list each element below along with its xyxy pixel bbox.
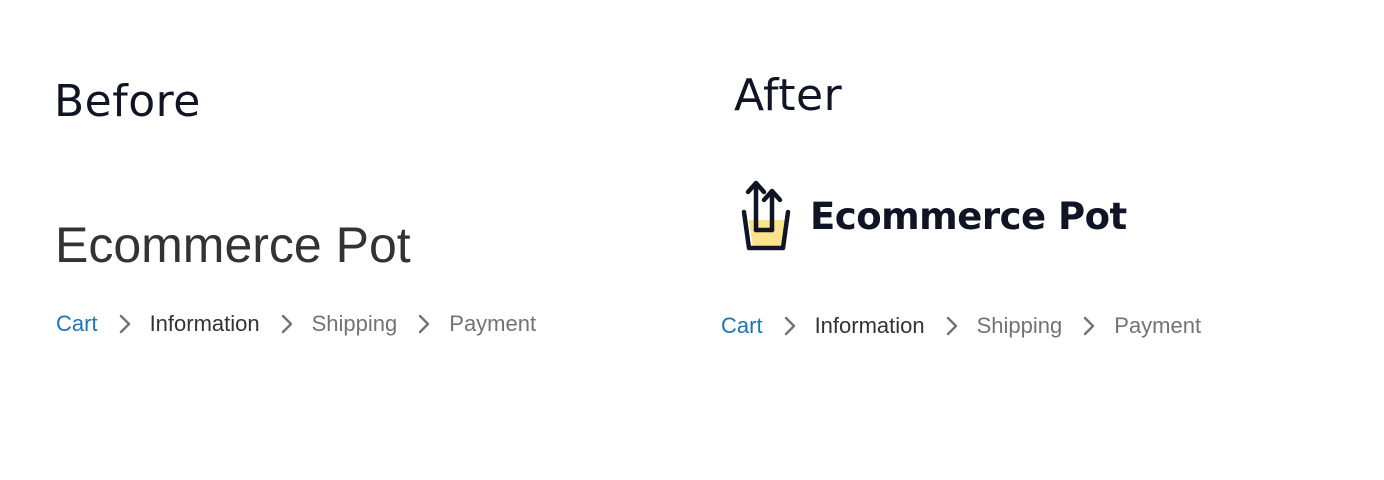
breadcrumb-information-label: Information (814, 313, 925, 338)
before-panel: Before Ecommerce Pot Cart Information Sh… (0, 0, 692, 480)
chevron-right-icon (419, 314, 430, 334)
breadcrumb-item-information: Information (98, 313, 260, 335)
breadcrumb-item-cart[interactable]: Cart (56, 313, 98, 335)
after-heading: After (734, 70, 843, 121)
breadcrumb-item-shipping: Shipping (260, 311, 398, 336)
before-heading: Before (54, 76, 201, 127)
checkout-breadcrumb: Cart Information Shipping Payment (56, 313, 536, 335)
checkout-breadcrumb: Cart Information Shipping Payment (721, 315, 1201, 337)
store-logo[interactable]: Ecommerce Pot (740, 178, 1127, 254)
after-panel: After Ecommerce Pot Cart Information Shi… (692, 0, 1384, 480)
breadcrumb-cart-link[interactable]: Cart (721, 315, 763, 337)
breadcrumb-item-payment: Payment (1062, 315, 1201, 337)
breadcrumb-shipping-label: Shipping (976, 313, 1063, 338)
breadcrumb-item-payment: Payment (397, 313, 536, 335)
breadcrumb-information-label: Information (149, 311, 260, 336)
store-name-text[interactable]: Ecommerce Pot (55, 220, 411, 270)
breadcrumb-payment-label: Payment (449, 311, 537, 336)
pot-with-arrows-icon (741, 180, 791, 251)
breadcrumb-cart-link[interactable]: Cart (56, 313, 98, 335)
breadcrumb-item-information: Information (763, 315, 925, 337)
chevron-right-icon (119, 314, 130, 334)
breadcrumb-item-shipping: Shipping (925, 313, 1063, 338)
breadcrumb-payment-label: Payment (1114, 313, 1202, 338)
chevron-right-icon (946, 316, 957, 336)
breadcrumb-shipping-label: Shipping (311, 311, 398, 336)
breadcrumb-item-cart[interactable]: Cart (721, 315, 763, 337)
chevron-right-icon (784, 316, 795, 336)
chevron-right-icon (281, 314, 292, 334)
logo-text: Ecommerce Pot (810, 194, 1127, 238)
chevron-right-icon (1084, 316, 1095, 336)
